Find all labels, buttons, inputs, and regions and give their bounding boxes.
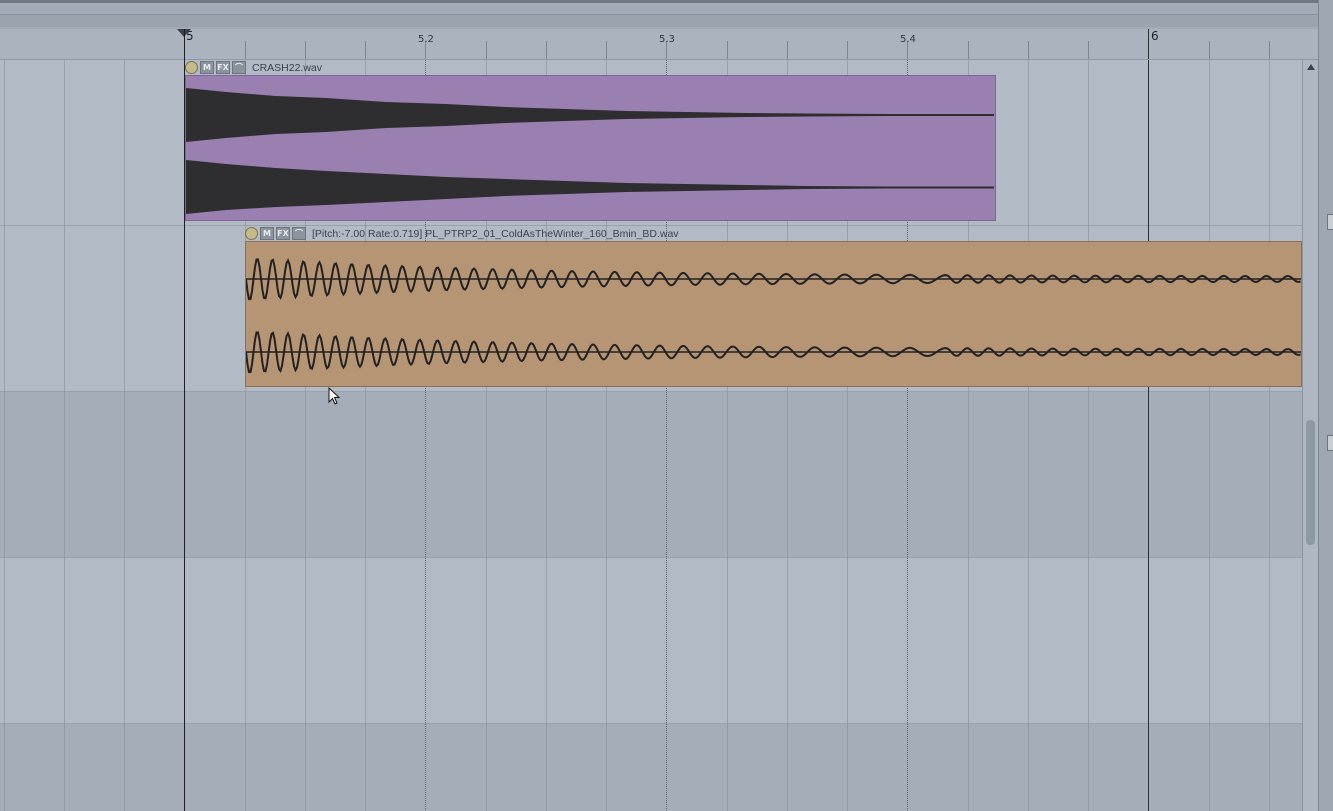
audio-clip-kick[interactable]: M FX ⌒ [Pitch:-7.00 Rate:0.719] PL_PTRP2… — [245, 226, 1302, 389]
ruler-marker-label: 5.4 — [900, 34, 916, 45]
grid-line — [4, 60, 5, 811]
clip-header[interactable]: M FX ⌒ CRASH22.wav — [185, 60, 996, 75]
panel-tab[interactable] — [1327, 435, 1333, 451]
clip-waveform-area[interactable] — [185, 75, 996, 221]
ruler-tick — [546, 41, 547, 59]
header-band — [0, 14, 1318, 27]
waveform — [186, 88, 994, 214]
header-divider — [0, 0, 1318, 3]
ruler-tick — [727, 41, 728, 59]
ruler-tick — [606, 41, 607, 59]
ruler-marker-label: 5.2 — [418, 34, 434, 45]
ruler-tick — [1269, 41, 1270, 59]
grid-line — [1209, 60, 1210, 811]
envelope-icon[interactable]: ⌒ — [292, 227, 306, 240]
ruler-bar-tick — [1148, 29, 1149, 59]
vertical-scrollbar[interactable] — [1302, 60, 1319, 811]
ruler-tick — [305, 41, 306, 59]
power-icon[interactable] — [245, 227, 258, 240]
arrangement-header-strip — [0, 0, 1318, 30]
clip-name: [Pitch:-7.00 Rate:0.719] PL_PTRP2_01_Col… — [312, 227, 679, 240]
scroll-up-icon[interactable] — [1307, 64, 1315, 70]
playhead-line[interactable] — [184, 29, 185, 811]
ruler-tick — [365, 41, 366, 59]
envelope-icon[interactable]: ⌒ — [232, 61, 246, 74]
clip-header[interactable]: M FX ⌒ [Pitch:-7.00 Rate:0.719] PL_PTRP2… — [245, 226, 1302, 241]
mute-button[interactable]: M — [200, 61, 214, 74]
ruler-tick — [787, 41, 788, 59]
track-lane[interactable] — [0, 558, 1302, 724]
side-panel-edge — [1318, 0, 1333, 811]
arrangement-view[interactable]: M FX ⌒ CRASH22.wav M FX ⌒ [Pitch:-7.00 R… — [0, 60, 1302, 811]
audio-clip-crash[interactable]: M FX ⌒ CRASH22.wav — [185, 60, 996, 223]
bar-line — [1148, 60, 1149, 811]
power-icon[interactable] — [185, 61, 198, 74]
grid-line — [1269, 60, 1270, 811]
grid-line — [64, 60, 65, 811]
ruler-tick — [847, 41, 848, 59]
timeline-ruler[interactable]: 5 5.2 5.3 5.4 6 — [0, 29, 1318, 60]
ruler-tick — [245, 41, 246, 59]
clip-waveform-area[interactable] — [245, 241, 1302, 387]
ruler-tick — [486, 41, 487, 59]
ruler-tick — [968, 41, 969, 59]
panel-tab[interactable] — [1327, 214, 1333, 230]
ruler-marker-label: 5.3 — [659, 34, 675, 45]
fx-button[interactable]: FX — [216, 61, 230, 74]
ruler-tick — [1209, 41, 1210, 59]
clip-name: CRASH22.wav — [252, 61, 323, 74]
track-lane[interactable] — [0, 392, 1302, 558]
fx-button[interactable]: FX — [276, 227, 290, 240]
mute-button[interactable]: M — [260, 227, 274, 240]
waveform — [246, 258, 1301, 374]
track-lane[interactable] — [0, 724, 1302, 811]
ruler-tick — [1088, 41, 1089, 59]
grid-line — [1088, 60, 1089, 811]
scrollbar-thumb[interactable] — [1306, 420, 1315, 545]
mouse-pointer-icon — [328, 386, 341, 409]
grid-line — [124, 60, 125, 811]
grid-line — [1028, 60, 1029, 811]
ruler-bar-label-end: 6 — [1151, 29, 1159, 43]
ruler-tick — [1028, 41, 1029, 59]
